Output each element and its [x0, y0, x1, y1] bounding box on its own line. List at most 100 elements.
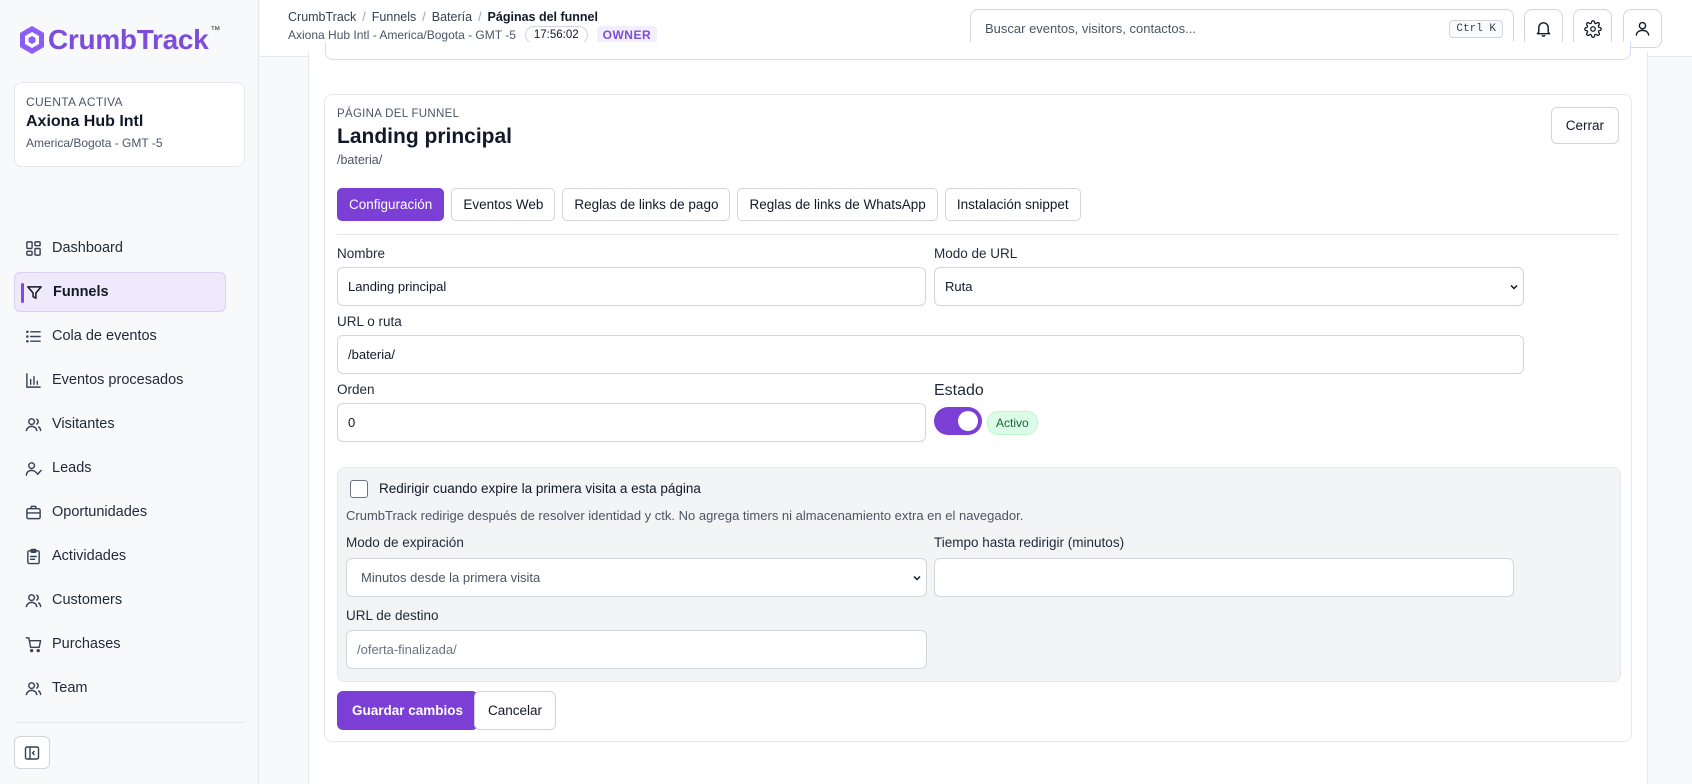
clipboard-icon: [27, 548, 40, 564]
redirect-checkbox[interactable]: [350, 480, 368, 498]
toggle-knob: [958, 411, 978, 431]
tab-reglas-links-whatsapp[interactable]: Reglas de links de WhatsApp: [737, 188, 938, 221]
modo-url-label: Modo de URL: [934, 246, 1018, 261]
users-icon: [25, 417, 42, 431]
funnel-pages-panel: PÁGINA DEL FUNNEL Landing principal /bat…: [308, 42, 1648, 784]
breadcrumb-current: Páginas del funnel: [487, 10, 598, 24]
cart-icon: [25, 636, 42, 652]
modo-url-select[interactable]: Ruta: [934, 267, 1524, 306]
cancel-button[interactable]: Cancelar: [474, 691, 557, 730]
account-name: Axiona Hub Intl: [26, 113, 144, 130]
tabs-divider: [337, 234, 1619, 235]
collapse-sidebar-button[interactable]: [14, 736, 50, 769]
breadcrumb: CrumbTrack / Funnels / Batería / Páginas…: [288, 10, 598, 24]
status-badge: Activo: [987, 411, 1038, 435]
sidebar-item-visitantes[interactable]: Visitantes: [14, 404, 226, 444]
sidebar-item-label: Team: [52, 680, 88, 696]
sidebar-item-label: Customers: [52, 592, 123, 608]
redirect-settings-box: Redirigir cuando expire la primera visit…: [337, 467, 1621, 682]
users-icon: [25, 681, 42, 695]
gear-icon: [1583, 19, 1602, 38]
url-label: URL o ruta: [337, 314, 402, 329]
sidebar-item-label: Funnels: [53, 284, 109, 300]
url-input[interactable]: [337, 335, 1524, 374]
users-icon: [25, 593, 42, 607]
estado-label: Estado: [934, 382, 984, 399]
nombre-label: Nombre: [337, 246, 386, 261]
redirect-help-text: CrumbTrack redirige después de resolver …: [346, 508, 1024, 523]
bell-icon: [1536, 22, 1551, 37]
page-title: Landing principal: [337, 125, 513, 148]
search-input[interactable]: [985, 21, 1385, 36]
sidebar-divider: [14, 722, 245, 723]
sidebar-item-label: Actividades: [52, 548, 127, 564]
breadcrumb-separator: /: [362, 10, 366, 24]
bar-chart-icon: [26, 372, 41, 388]
briefcase-icon: [26, 505, 41, 519]
orden-label: Orden: [337, 382, 375, 397]
redirect-checkbox-label[interactable]: Redirigir cuando expire la primera visit…: [379, 481, 701, 496]
sidebar-item-label: Dashboard: [52, 240, 123, 256]
brand-logo[interactable]: CrumbTrack ™: [18, 24, 220, 56]
tab-instalacion-snippet[interactable]: Instalación snippet: [944, 188, 1081, 221]
brand-name: CrumbTrack: [48, 24, 209, 55]
list-icon: [26, 330, 41, 342]
nombre-input[interactable]: [337, 267, 926, 306]
filter-icon: [27, 285, 42, 299]
sidebar-item-customers[interactable]: Customers: [14, 580, 226, 620]
sidebar-item-oportunidades[interactable]: Oportunidades: [14, 492, 226, 532]
funnel-page-editor-card: PÁGINA DEL FUNNEL Landing principal /bat…: [324, 94, 1632, 742]
user-icon: [1635, 21, 1650, 36]
search-shortcut-hint: Ctrl K: [1449, 19, 1503, 38]
breadcrumb-item[interactable]: CrumbTrack: [288, 10, 356, 24]
sidebar-item-team[interactable]: Team: [14, 668, 226, 708]
account-label: CUENTA ACTIVA: [26, 95, 123, 109]
tab-reglas-links-pago[interactable]: Reglas de links de pago: [562, 188, 731, 221]
estado-toggle[interactable]: [934, 407, 982, 435]
account-timezone: America/Bogota - GMT -5: [26, 136, 163, 150]
close-button[interactable]: Cerrar: [1550, 107, 1619, 144]
tab-configuracion[interactable]: Configuración: [337, 188, 445, 221]
header-account-info: Axiona Hub Intl - America/Bogota - GMT -…: [288, 28, 516, 42]
sidebar-item-label: Oportunidades: [52, 504, 148, 520]
previous-card-edge: [325, 42, 1631, 60]
hexagon-logo-icon: [20, 26, 44, 54]
modo-expiracion-value: Minutos desde la primera visita: [361, 570, 541, 585]
sidebar-toggle-icon: [24, 745, 40, 760]
sidebar-item-leads[interactable]: Leads: [14, 448, 226, 488]
breadcrumb-item[interactable]: Funnels: [372, 10, 416, 24]
sidebar-item-label: Visitantes: [52, 416, 115, 432]
orden-input[interactable]: [337, 403, 926, 442]
modo-url-value: Ruta: [945, 279, 973, 294]
sidebar-item-eventos-procesados[interactable]: Eventos procesados: [14, 360, 226, 400]
breadcrumb-separator: /: [478, 10, 482, 24]
main-content: PÁGINA DEL FUNNEL Landing principal /bat…: [260, 42, 1692, 784]
sidebar: CrumbTrack ™ CUENTA ACTIVA Axiona Hub In…: [0, 0, 259, 784]
tiempo-input[interactable]: [934, 558, 1514, 597]
url-destino-input[interactable]: [346, 630, 927, 669]
sidebar-item-funnels[interactable]: Funnels: [14, 272, 226, 312]
tiempo-label: Tiempo hasta redirigir (minutos): [934, 535, 1125, 550]
editor-tabs: Configuración Eventos Web Reglas de link…: [337, 188, 1081, 221]
dashboard-icon: [26, 240, 41, 256]
sidebar-item-label: Purchases: [52, 636, 121, 652]
save-button[interactable]: Guardar cambios: [337, 691, 479, 730]
breadcrumb-item[interactable]: Batería: [432, 10, 472, 24]
active-account-card[interactable]: CUENTA ACTIVA Axiona Hub Intl America/Bo…: [14, 82, 245, 167]
sidebar-item-actividades[interactable]: Actividades: [14, 536, 226, 576]
modo-expiracion-select[interactable]: Minutos desde la primera visita: [346, 558, 927, 597]
sidebar-item-label: Leads: [52, 460, 92, 476]
tab-eventos-web[interactable]: Eventos Web: [451, 188, 556, 221]
url-destino-label: URL de destino: [346, 608, 439, 623]
sidebar-item-label: Cola de eventos: [52, 328, 157, 344]
card-kicker: PÁGINA DEL FUNNEL: [337, 108, 460, 120]
sidebar-item-purchases[interactable]: Purchases: [14, 624, 226, 664]
sidebar-item-cola-de-eventos[interactable]: Cola de eventos: [14, 316, 226, 356]
sidebar-item-dashboard[interactable]: Dashboard: [14, 228, 226, 268]
brand-trademark: ™: [210, 24, 221, 36]
breadcrumb-separator: /: [422, 10, 426, 24]
sidebar-nav: Dashboard Funnels Cola de eventos Evento…: [14, 228, 226, 712]
user-check-icon: [25, 461, 42, 476]
sidebar-item-label: Eventos procesados: [52, 372, 184, 388]
modo-expiracion-label: Modo de expiración: [346, 535, 464, 550]
